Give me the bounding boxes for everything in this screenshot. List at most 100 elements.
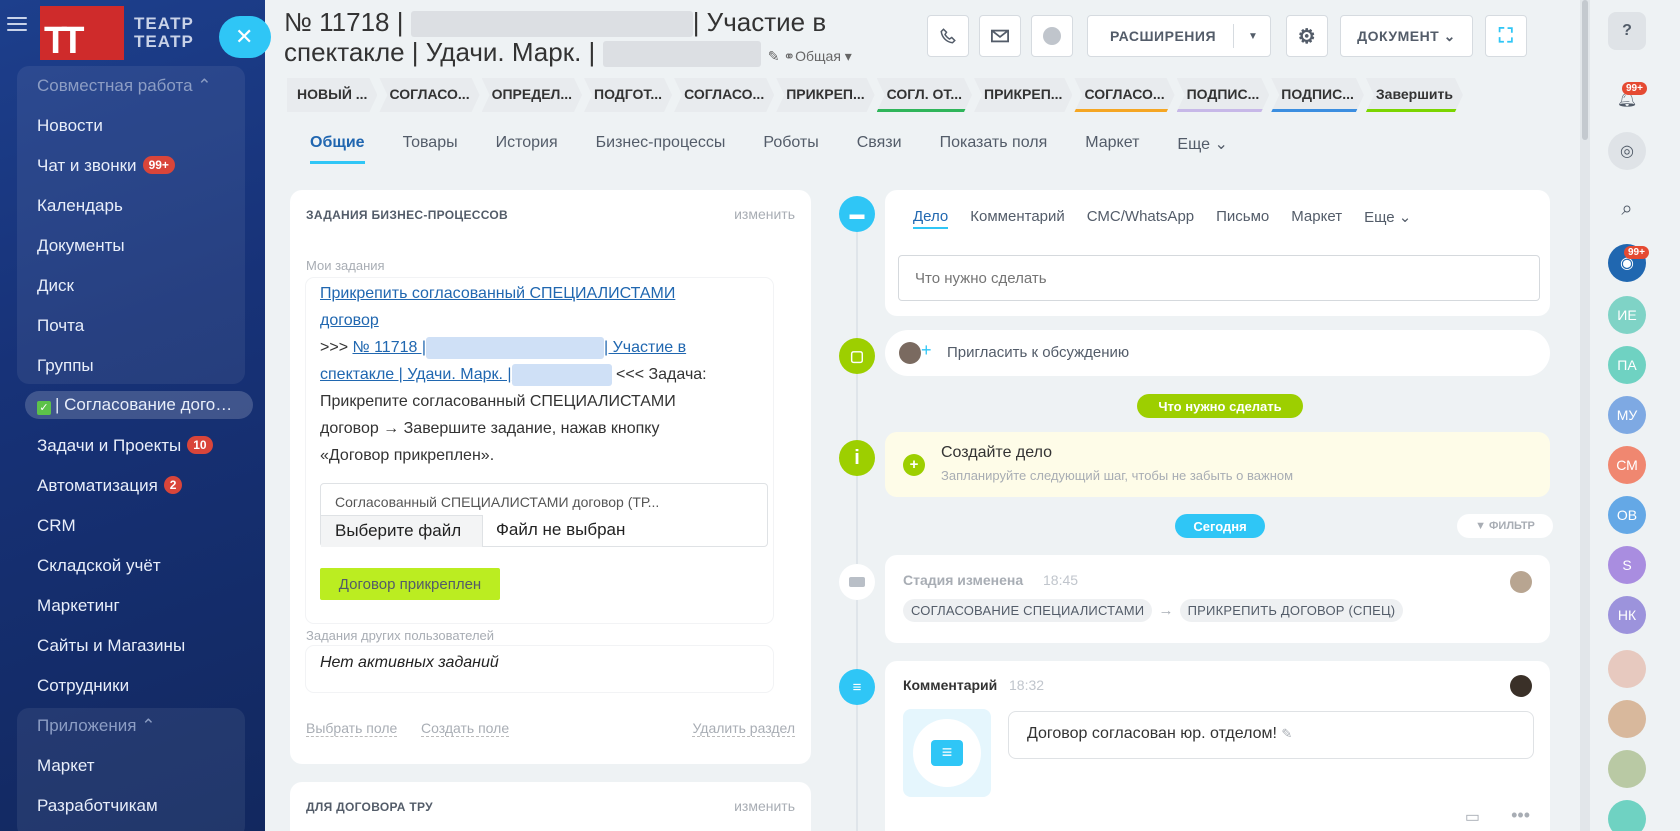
comment-bubble[interactable]: Договор согласован юр. отделом! ✎ — [1008, 711, 1534, 759]
stage-change-card: Стадия изменена 18:45 СОГЛАСОВАНИЕ СПЕЦИ… — [885, 555, 1550, 643]
collab-header[interactable]: Совместная работа ⌃ — [37, 76, 212, 96]
extensions-button[interactable]: РАСШИРЕНИЯ ▼ — [1087, 15, 1271, 57]
sidebar-item-market[interactable]: Маркет — [37, 756, 95, 776]
user-avatar — [1510, 571, 1532, 593]
delete-section-link[interactable]: Удалить раздел — [692, 720, 795, 737]
sidebar-item-disk[interactable]: Диск — [37, 276, 74, 296]
more-icon[interactable]: ••• — [1511, 805, 1530, 826]
category-link[interactable]: ✎ ⚭Общая ▾ — [768, 48, 852, 64]
bp-edit-link[interactable]: изменить — [734, 206, 795, 222]
stage-item[interactable]: ПОДГОТ... — [584, 78, 672, 112]
note-icon[interactable]: ▭ — [1465, 807, 1480, 827]
contact-avatar[interactable]: ОВ — [1608, 496, 1646, 534]
sidebar-item-crm[interactable]: CRM — [37, 516, 76, 536]
tab-robots[interactable]: Роботы — [763, 134, 818, 164]
sidebar-item-warehouse[interactable]: Складской учёт — [37, 556, 161, 576]
contact-avatar-photo[interactable] — [1608, 750, 1646, 788]
sidebar-item-groups[interactable]: Группы — [37, 356, 94, 376]
stage-item[interactable]: Завершить — [1366, 78, 1463, 112]
stage-item[interactable]: СОГЛАСО... — [379, 78, 479, 112]
stage-item[interactable]: СОГЛАСО... — [674, 78, 774, 112]
scrollbar[interactable] — [1580, 0, 1590, 831]
contract-attached-button[interactable]: Договор прикреплен — [320, 568, 500, 600]
stage-item[interactable]: ПОДПИС... — [1177, 78, 1270, 112]
choose-file-button[interactable]: Выберите файл — [321, 515, 483, 547]
tab-comment[interactable]: Комментарий — [970, 208, 1064, 229]
stage-item[interactable]: ПРИКРЕП... — [776, 78, 874, 112]
chat-list-icon[interactable]: ◎ — [1608, 132, 1646, 170]
tab-market[interactable]: Маркет — [1085, 134, 1139, 164]
contact-avatar[interactable]: ПА — [1608, 346, 1646, 384]
create-task-card[interactable]: + Создайте дело Запланируйте следующий ш… — [885, 432, 1550, 497]
apps-header[interactable]: Приложения ⌃ — [37, 716, 155, 736]
task-link[interactable]: Прикрепить согласованный СПЕЦИАЛИСТАМИ до… — [320, 285, 675, 329]
sidebar-item-news[interactable]: Новости — [37, 116, 103, 136]
tab-general[interactable]: Общие — [310, 134, 365, 164]
sidebar-item-sites[interactable]: Сайты и Магазины — [37, 636, 185, 656]
chat-icon — [1043, 27, 1061, 45]
todo-input[interactable] — [898, 255, 1540, 301]
deal-panel: № 11718 | | Участие в спектакле | Удачи.… — [265, 0, 1580, 831]
sidebar-item-developers[interactable]: Разработчикам — [37, 796, 158, 816]
menu-icon[interactable] — [7, 17, 27, 33]
contact-avatar-photo[interactable] — [1608, 650, 1646, 688]
stage-item[interactable]: СОГЛ. ОТ... — [877, 78, 972, 112]
tab-activity-more[interactable]: Еще ⌄ — [1364, 208, 1411, 229]
stage-item[interactable]: СОГЛАСО... — [1074, 78, 1174, 112]
stage-item[interactable]: ОПРЕДЕЛ... — [482, 78, 582, 112]
contact-avatar[interactable]: ИЕ — [1608, 296, 1646, 334]
group-avatar-photo[interactable] — [1608, 700, 1646, 738]
chat-bubble-icon: ▢ — [839, 338, 875, 374]
contact-avatar-partial[interactable] — [1608, 800, 1646, 831]
contract-card-title: ДЛЯ ДОГОВОРА ТРУ — [306, 800, 433, 814]
contact-avatar[interactable]: МУ — [1608, 396, 1646, 434]
help-icon[interactable]: ? — [1608, 12, 1646, 50]
tab-links[interactable]: Связи — [857, 134, 902, 164]
settings-button[interactable]: ⚙ — [1286, 15, 1328, 57]
page-title: № 11718 | | Участие в спектакле | Удачи.… — [284, 7, 852, 68]
contract-edit-link[interactable]: изменить — [734, 798, 795, 814]
contract-card: ДЛЯ ДОГОВОРА ТРУ изменить — [290, 782, 811, 831]
contact-avatar[interactable]: S — [1608, 546, 1646, 584]
sidebar-item-tasks[interactable]: Задачи и Проекты 10 — [37, 436, 213, 456]
contact-avatar[interactable]: СМ — [1608, 446, 1646, 484]
create-field-link[interactable]: Создать поле — [421, 720, 510, 737]
sidebar-item-current-deal[interactable]: ✓ | Согласование дого… — [25, 391, 253, 419]
chevron-down-icon: ⌄ — [1214, 136, 1228, 153]
sidebar-item-employees[interactable]: Сотрудники — [37, 676, 129, 696]
tab-task[interactable]: Дело — [913, 208, 949, 229]
filter-button[interactable]: ▼ ФИЛЬТР — [1457, 514, 1553, 538]
checkbox-icon: ✓ — [37, 401, 51, 415]
tab-activity-market[interactable]: Маркет — [1291, 208, 1342, 229]
sidebar-item-mail[interactable]: Почта — [37, 316, 84, 336]
tab-letter[interactable]: Письмо — [1216, 208, 1269, 229]
search-icon[interactable]: ⌕ — [1608, 190, 1646, 228]
sidebar-item-marketing[interactable]: Маркетинг — [37, 596, 120, 616]
company-logo[interactable]: TT ТЕАТР ТЕАТР — [40, 6, 194, 62]
tab-show-fields[interactable]: Показать поля — [940, 134, 1048, 164]
sidebar-item-calendar[interactable]: Календарь — [37, 196, 123, 216]
sidebar-item-automation[interactable]: Автоматизация 2 — [37, 476, 183, 496]
document-button[interactable]: ДОКУМЕНТ ⌄ — [1340, 15, 1473, 57]
stage-item[interactable]: ПОДПИС... — [1271, 78, 1364, 112]
fullscreen-button[interactable]: ⛶ — [1485, 15, 1527, 57]
stage-item[interactable]: НОВЫЙ ... — [287, 78, 377, 112]
choose-field-link[interactable]: Выбрать поле — [306, 720, 398, 737]
chat-button[interactable] — [1031, 15, 1073, 57]
close-slider-button[interactable]: ✕ — [219, 16, 271, 58]
sidebar-item-chat[interactable]: Чат и звонки 99+ — [37, 156, 175, 176]
gear-icon: ⚙ — [1297, 25, 1317, 48]
contact-avatar[interactable]: НК — [1608, 596, 1646, 634]
add-icon[interactable]: + — [903, 454, 925, 476]
email-button[interactable] — [979, 15, 1021, 57]
invite-bar[interactable]: + Пригласить к обсуждению — [885, 330, 1550, 376]
tab-products[interactable]: Товары — [403, 134, 458, 164]
tab-history[interactable]: История — [496, 134, 558, 164]
tab-sms[interactable]: СМС/WhatsApp — [1087, 208, 1194, 229]
stage-item[interactable]: ПРИКРЕП... — [974, 78, 1072, 112]
tab-more[interactable]: Еще ⌄ — [1177, 134, 1227, 164]
call-button[interactable] — [927, 15, 969, 57]
chevron-up-icon: ⌃ — [197, 76, 212, 95]
sidebar-item-documents[interactable]: Документы — [37, 236, 125, 256]
tab-business-processes[interactable]: Бизнес-процессы — [596, 134, 726, 164]
